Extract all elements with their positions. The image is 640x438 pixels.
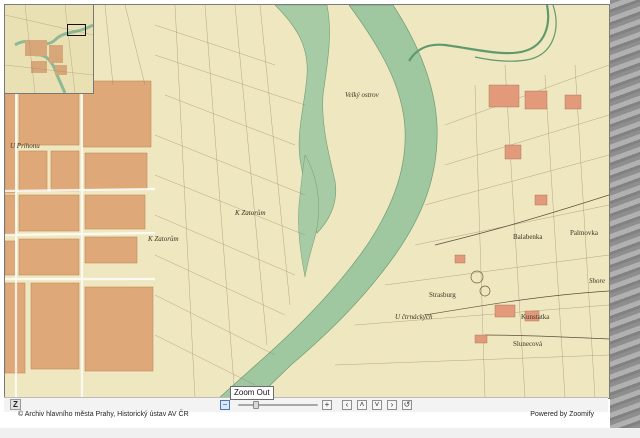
background-pattern [610, 0, 640, 438]
overview-viewport-rect[interactable] [67, 24, 86, 36]
map-label-u-prihonu: U Prihonu [10, 142, 40, 150]
zoom-slider-thumb[interactable] [252, 401, 259, 409]
overview-map-image [5, 5, 93, 93]
map-label-strasburg: Strasburg [429, 291, 456, 299]
map-label-shore: Shore [589, 277, 606, 285]
pan-down-button[interactable]: ˅ [372, 400, 382, 410]
map-label-k-zatorum-2: K Zatorům [148, 235, 179, 243]
pan-up-button[interactable]: ˄ [357, 400, 367, 410]
map-label-u-ctrnackych: U čtrnáckých [395, 313, 433, 321]
map-label-balabenka: Balabenka [513, 233, 543, 241]
copyright-text: © Archiv hlavního města Prahy, Historick… [18, 411, 189, 418]
reset-view-button[interactable]: ↺ [402, 400, 412, 410]
zoom-out-button[interactable]: − [220, 400, 230, 410]
pan-left-button[interactable]: ‹ [342, 400, 352, 410]
pan-right-button[interactable]: › [387, 400, 397, 410]
powered-by-link[interactable]: Powered by Zoomify [530, 411, 594, 418]
bottom-bar [0, 428, 640, 438]
zoom-slider-track[interactable] [238, 404, 318, 406]
map-label-palmovka: Palmovka [570, 229, 598, 237]
map-label-kunstatka: Kunstatka [521, 313, 550, 321]
map-label-velky-ostrov: Velký ostrov [345, 91, 379, 99]
map-label-k-zatorum: K Zatorům [235, 209, 266, 217]
zoomify-logo[interactable]: Z [10, 399, 21, 410]
zoomify-toolbar: Z − + ‹ ˄ ˅ › ↺ [4, 397, 608, 412]
background-panel [610, 0, 640, 438]
zoom-in-button[interactable]: + [322, 400, 332, 410]
map-label-slunecova: Slunecová [513, 340, 543, 348]
overview-map[interactable] [5, 5, 94, 94]
map-viewer[interactable]: Velký ostrov U Prihonu K Zatorům K Zator… [4, 4, 610, 399]
zoom-out-tooltip: Zoom Out [230, 386, 274, 400]
